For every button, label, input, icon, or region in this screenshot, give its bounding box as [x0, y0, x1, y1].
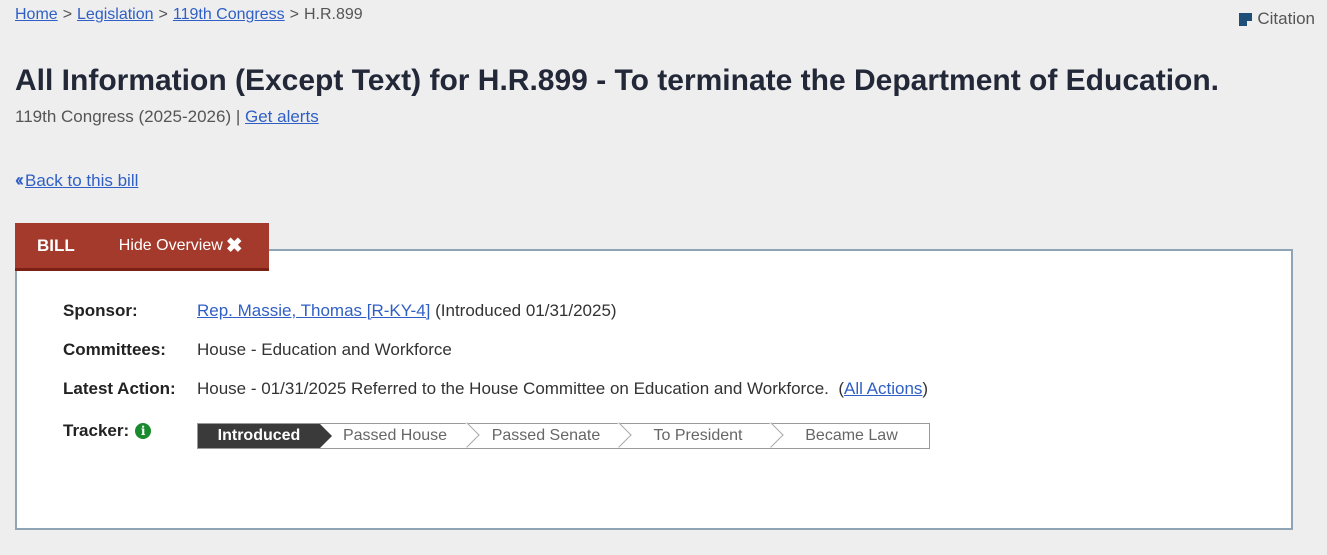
citation-button[interactable]: Citation [1239, 9, 1315, 29]
committees-value: House - Education and Workforce [197, 340, 452, 359]
breadcrumb-separator: > [158, 6, 168, 23]
get-alerts-link[interactable]: Get alerts [245, 107, 319, 126]
divider: | [235, 107, 241, 126]
breadcrumb-separator: > [62, 6, 73, 23]
tracker-label: Tracker: [63, 421, 130, 440]
congress-session: 119th Congress (2025-2026) [15, 107, 232, 126]
sponsor-row: Sponsor: Rep. Massie, Thomas [R-KY-4] (I… [63, 301, 617, 321]
latest-action-value: House - 01/31/2025 Referred to the House… [197, 379, 829, 398]
breadcrumb-home[interactable]: Home [15, 6, 58, 23]
tracker-step-introduced: Introduced [198, 424, 332, 448]
breadcrumb-current: H.R.899 [304, 6, 363, 23]
info-icon[interactable]: i [135, 423, 152, 439]
tracker-row: Tracker: i [63, 421, 197, 441]
breadcrumb-legislation[interactable]: Legislation [77, 6, 154, 23]
tracker-step-passed-senate: Passed Senate [470, 424, 622, 448]
double-chevron-left-icon: ‹‹ [15, 170, 24, 190]
sponsor-introduced: (Introduced 01/31/2025) [435, 301, 617, 320]
breadcrumb-congress[interactable]: 119th Congress [173, 6, 285, 23]
bill-tracker: Introduced Passed House Passed Senate To… [197, 423, 930, 449]
tracker-step-became-law: Became Law [805, 427, 898, 444]
overview-tab-bar: BILL Hide Overview ✖ [15, 223, 269, 271]
back-to-bill-link[interactable]: ‹‹ Back to this bill [15, 170, 138, 191]
sponsor-label: Sponsor: [63, 301, 138, 320]
hide-overview-button[interactable]: Hide Overview ✖ [119, 236, 243, 256]
bill-tab[interactable]: BILL [37, 236, 75, 256]
latest-action-label: Latest Action: [63, 379, 176, 398]
congress-line: 119th Congress (2025-2026) | Get alerts [15, 107, 319, 127]
tracker-step-to-president: To President [622, 424, 774, 448]
breadcrumb-separator: > [289, 6, 299, 23]
latest-action-row: Latest Action: House - 01/31/2025 Referr… [63, 379, 929, 398]
all-actions-link[interactable]: All Actions [844, 379, 922, 398]
committees-row: Committees: House - Education and Workfo… [63, 340, 452, 360]
sponsor-link[interactable]: Rep. Massie, Thomas [R-KY-4] [197, 301, 430, 320]
tracker-step-passed-house: Passed House [320, 424, 470, 448]
breadcrumb: Home > Legislation >119th Congress > H.R.899 [15, 6, 363, 24]
back-to-bill-label[interactable]: Back to this bill [25, 171, 138, 191]
page-title: All Information (Except Text) for H.R.89… [15, 64, 1220, 97]
tracker-label-wrap: Tracker: i [63, 421, 197, 441]
citation-label: Citation [1257, 9, 1315, 28]
committees-label: Committees: [63, 340, 166, 359]
hide-overview-label: Hide Overview [118, 236, 223, 254]
close-icon: ✖ [225, 234, 243, 257]
citation-icon [1239, 12, 1253, 26]
